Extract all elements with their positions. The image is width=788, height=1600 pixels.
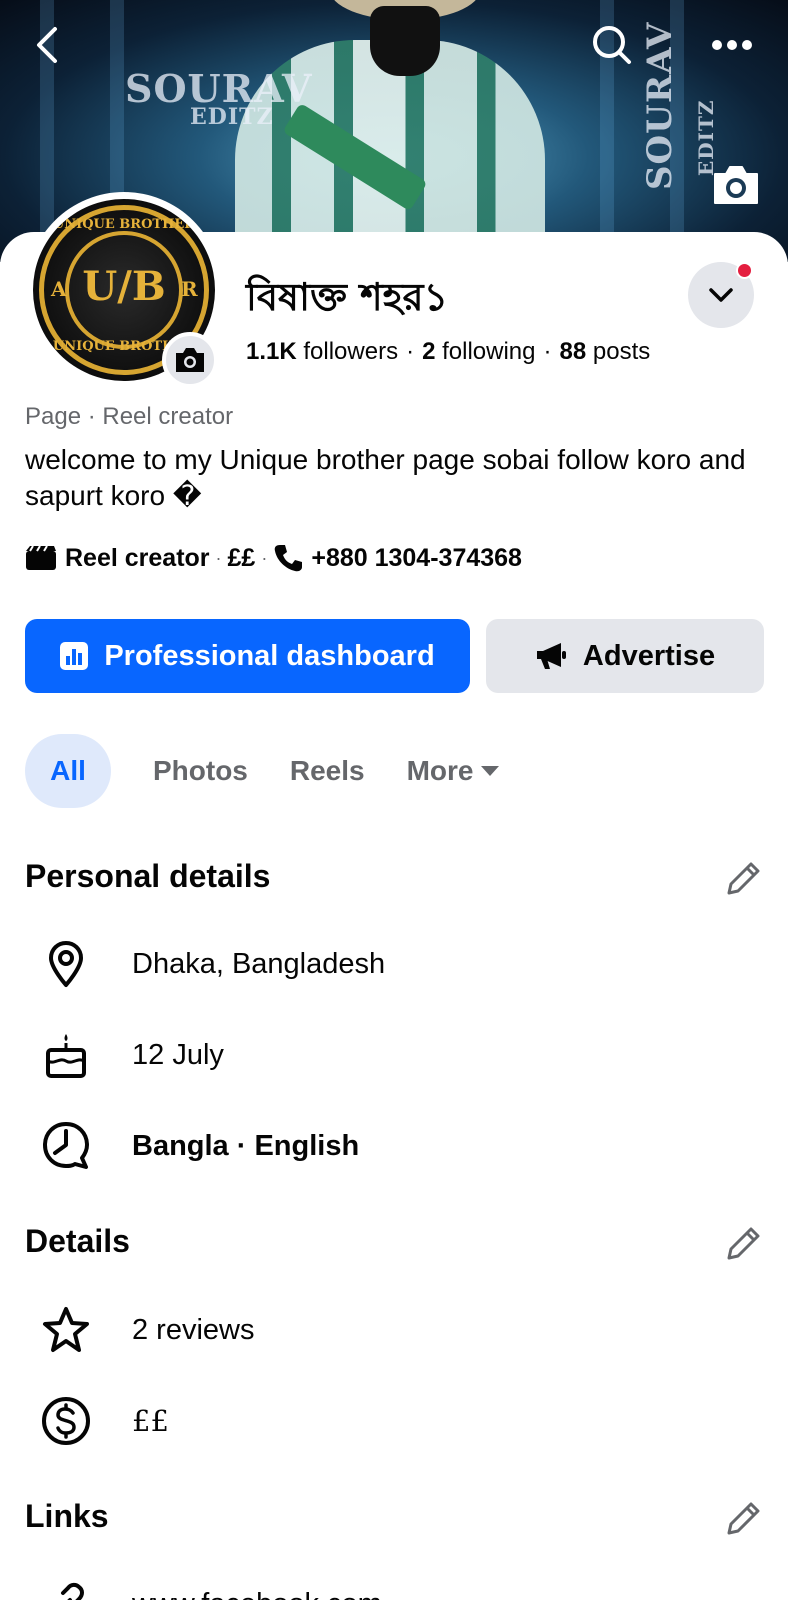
- dashboard-chart-icon: [60, 642, 89, 670]
- detail-row-reviews[interactable]: 2 reviews: [0, 1300, 788, 1360]
- pencil-icon: [727, 1227, 760, 1260]
- clapperboard-icon: [26, 545, 56, 570]
- reviews-text: 2 reviews: [132, 1313, 255, 1346]
- back-button[interactable]: [20, 17, 76, 73]
- location-pin-icon: [40, 938, 92, 990]
- profile-tabs: All Photos Reels More: [25, 734, 500, 808]
- advertise-button[interactable]: Advertise: [486, 619, 764, 693]
- followers-label[interactable]: followers: [303, 338, 398, 365]
- edit-avatar-button[interactable]: [162, 332, 218, 388]
- price-range-text: ££: [132, 1404, 169, 1438]
- tab-more[interactable]: More: [407, 734, 500, 808]
- tab-photos[interactable]: Photos: [153, 734, 248, 808]
- separator: ·: [215, 547, 222, 568]
- detail-row-link[interactable]: www.facebook.com: [0, 1574, 788, 1600]
- tab-reels[interactable]: Reels: [290, 734, 365, 808]
- link-text: www.facebook.com: [132, 1588, 382, 1600]
- cover-watermark-sub: EDITZ: [190, 104, 274, 130]
- location-text: Dhaka, Bangladesh: [132, 947, 386, 980]
- edit-links-button[interactable]: [722, 1496, 766, 1540]
- page-title: বিষাক্ত শহর১: [246, 275, 449, 319]
- detail-row-location[interactable]: Dhaka, Bangladesh: [0, 934, 788, 994]
- caret-down-icon: [480, 766, 499, 776]
- birthday-text: 12 July: [132, 1038, 224, 1071]
- detail-row-birthday[interactable]: 12 July: [0, 1025, 788, 1085]
- cover-figure-mask: [370, 6, 440, 76]
- avatar-text-top: UNIQUE BROTHER: [52, 217, 196, 232]
- profile-switcher-button[interactable]: [688, 262, 754, 328]
- languages-chat-icon: [40, 1120, 92, 1172]
- tab-more-label: More: [406, 755, 474, 786]
- following-count[interactable]: 2: [422, 338, 435, 365]
- professional-dashboard-button[interactable]: Professional dashboard: [25, 619, 470, 693]
- chevron-left-icon: [37, 27, 57, 63]
- more-horizontal-icon: [712, 40, 752, 50]
- star-icon: [40, 1304, 92, 1356]
- search-icon: [593, 26, 631, 64]
- birthday-cake-icon: [40, 1029, 92, 1081]
- separator: ·: [261, 547, 268, 568]
- creator-label: Reel creator: [65, 543, 210, 572]
- phone-number[interactable]: +880 1304-374368: [311, 544, 522, 573]
- intro-line: Reel creator · ££ · +880 1304-374368: [25, 543, 522, 573]
- tab-all[interactable]: All: [25, 734, 111, 808]
- page-category: Page · Reel creator: [25, 403, 234, 430]
- edit-details-button[interactable]: [722, 1221, 766, 1265]
- pencil-icon: [727, 862, 760, 895]
- link-icon: [40, 1578, 92, 1600]
- following-label[interactable]: following: [442, 338, 535, 365]
- detail-row-languages[interactable]: Bangla · English: [0, 1116, 788, 1176]
- chevron-down-icon: [709, 288, 733, 302]
- megaphone-icon: [536, 643, 566, 669]
- more-options-button[interactable]: [704, 17, 760, 73]
- detail-row-price-range: ££: [0, 1391, 788, 1451]
- languages-text: Bangla · English: [132, 1129, 360, 1162]
- followers-count[interactable]: 1.1K: [246, 338, 297, 365]
- section-title-personal-details: Personal details: [25, 858, 271, 894]
- section-title-links: Links: [25, 1498, 109, 1534]
- section-title-details: Details: [25, 1223, 130, 1259]
- advertise-label: Advertise: [582, 639, 716, 672]
- dollar-circle-icon: [40, 1395, 92, 1447]
- edit-personal-details-button[interactable]: [722, 856, 766, 900]
- avatar-text-right: R: [181, 277, 198, 301]
- bio-text: welcome to my Unique brother page sobai …: [25, 444, 746, 511]
- profile-stats: 1.1K followers · 2 following · 88 posts: [246, 338, 650, 366]
- cover-watermark: SOURAV: [640, 21, 680, 190]
- edit-cover-button[interactable]: [710, 162, 762, 208]
- price-label: ££: [227, 543, 256, 572]
- camera-icon: [714, 166, 758, 204]
- separator: ·: [406, 338, 415, 365]
- separator: ·: [543, 338, 552, 365]
- phone-icon: [275, 545, 303, 572]
- pencil-icon: [727, 1502, 760, 1535]
- posts-count: 88: [559, 338, 587, 365]
- professional-dashboard-label: Professional dashboard: [104, 639, 435, 672]
- camera-icon: [176, 348, 204, 372]
- posts-label: posts: [592, 338, 651, 365]
- search-button[interactable]: [584, 17, 640, 73]
- notification-badge: [736, 262, 753, 279]
